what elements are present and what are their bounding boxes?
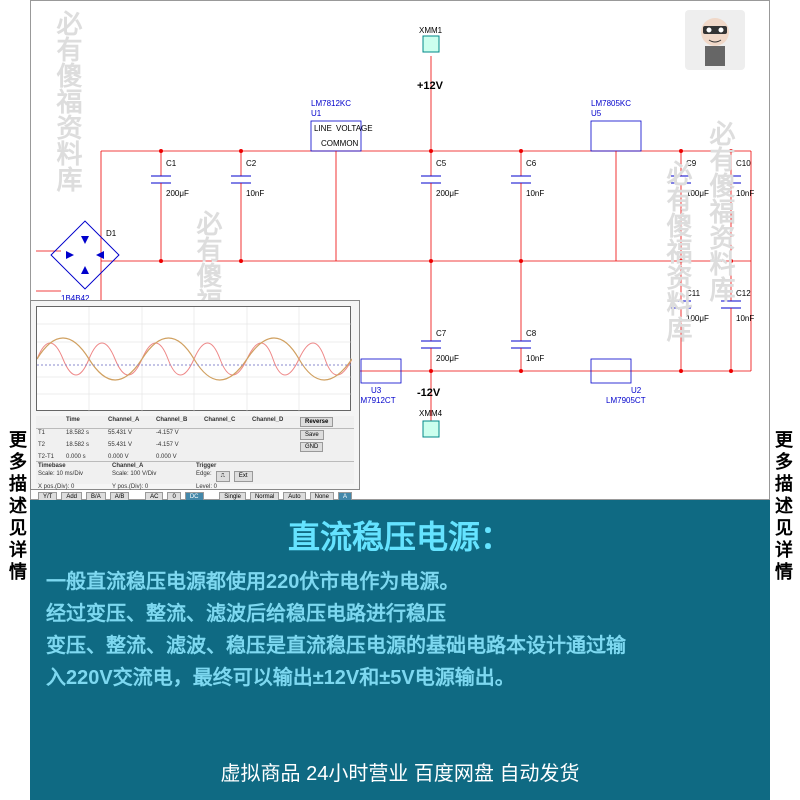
svg-text:D1: D1: [106, 229, 117, 238]
svg-text:C2: C2: [246, 159, 257, 168]
reverse-button[interactable]: Reverse: [300, 417, 333, 427]
ic-u5: U5 LM7805KC: [591, 99, 641, 261]
save-button[interactable]: Save: [300, 430, 324, 440]
net-label-pos12v: +12V: [417, 80, 444, 92]
svg-text:LM7812KC: LM7812KC: [311, 99, 351, 108]
svg-text:C10: C10: [736, 159, 751, 168]
edge-rise-button[interactable]: ⎍: [216, 471, 230, 482]
capacitor-c5: C5 200μF: [421, 151, 459, 261]
svg-text:U2: U2: [631, 386, 642, 395]
bridge-rectifier: D1 1B4B42: [51, 221, 119, 303]
capacitor-c9: C9 100μF: [671, 151, 709, 261]
svg-text:LINE: LINE: [314, 124, 332, 133]
svg-text:C12: C12: [736, 289, 751, 298]
svg-text:100μF: 100μF: [686, 189, 709, 198]
capacitor-c12: C12 10nF: [721, 261, 754, 371]
svg-text:C5: C5: [436, 159, 447, 168]
svg-text:100μF: 100μF: [686, 314, 709, 323]
svg-text:C11: C11: [686, 289, 701, 298]
svg-text:U3: U3: [371, 386, 382, 395]
svg-text:LM7912CT: LM7912CT: [356, 396, 396, 405]
capacitor-c10: C10 10nF: [721, 151, 754, 261]
desc-line: 经过变压、整流、滤波后给稳压电路进行稳压: [46, 598, 754, 630]
svg-text:200μF: 200μF: [436, 354, 459, 363]
svg-text:U1: U1: [311, 109, 322, 118]
oscilloscope-panel: Time Channel_A Channel_B Channel_C Chann…: [30, 300, 360, 490]
side-label-right: 更多描述见详情: [770, 430, 796, 584]
svg-text:COMMON: COMMON: [321, 139, 359, 148]
svg-text:C1: C1: [166, 159, 177, 168]
svg-text:10nF: 10nF: [526, 354, 544, 363]
capacitor-c2: C2 10nF: [231, 151, 264, 261]
instrument-xmm4: [423, 421, 439, 437]
svg-text:10nF: 10nF: [246, 189, 264, 198]
description-panel: 直流稳压电源： 一般直流稳压电源都使用220伏市电作为电源。 经过变压、整流、滤…: [30, 500, 770, 800]
capacitor-c11: C11 100μF: [671, 261, 709, 371]
svg-text:C8: C8: [526, 329, 537, 338]
avatar: [685, 10, 745, 70]
ic-u3: U3 LM7912CT: [356, 359, 401, 405]
svg-text:10nF: 10nF: [736, 314, 754, 323]
svg-text:LM7805KC: LM7805KC: [591, 99, 631, 108]
desc-line: 入220V交流电，最终可以输出±12V和±5V电源输出。: [46, 662, 754, 694]
gnd-button[interactable]: GND: [300, 442, 323, 452]
svg-text:LM7905CT: LM7905CT: [606, 396, 646, 405]
capacitor-c8: C8 10nF: [511, 261, 544, 371]
scope-controls: Time Channel_A Channel_B Channel_C Chann…: [36, 416, 354, 484]
svg-text:10nF: 10nF: [526, 189, 544, 198]
instrument-xmm1: [423, 36, 439, 52]
svg-text:200μF: 200μF: [166, 189, 189, 198]
svg-text:C6: C6: [526, 159, 537, 168]
desc-title: 直流稳压电源：: [46, 512, 754, 558]
svg-text:200μF: 200μF: [436, 189, 459, 198]
svg-text:XMM4: XMM4: [419, 409, 443, 418]
net-label-neg12v: -12V: [417, 387, 441, 399]
desc-line: 一般直流稳压电源都使用220伏市电作为电源。: [46, 566, 754, 598]
ic-u2: U2 LM7905CT: [591, 359, 646, 405]
svg-text:XMM1: XMM1: [419, 26, 443, 35]
ic-u1: U1 LM7812KC LINE VOLTAGE COMMON: [311, 99, 373, 261]
scope-screen: [36, 306, 351, 411]
svg-text:10nF: 10nF: [736, 189, 754, 198]
ext-button[interactable]: Ext: [234, 471, 253, 482]
capacitor-c6: C6 10nF: [511, 151, 544, 261]
capacitor-c7: C7 200μF: [421, 261, 459, 371]
side-label-left: 更多描述见详情: [4, 430, 30, 584]
svg-text:U5: U5: [591, 109, 602, 118]
desc-footer: 虚拟商品 24小时营业 百度网盘 自动发货: [30, 757, 770, 786]
svg-text:VOLTAGE: VOLTAGE: [336, 124, 373, 133]
svg-text:C9: C9: [686, 159, 697, 168]
svg-text:C7: C7: [436, 329, 447, 338]
capacitor-c1: C1 200μF: [151, 151, 189, 261]
desc-line: 变压、整流、滤波、稳压是直流稳压电源的基础电路本设计通过输: [46, 630, 754, 662]
